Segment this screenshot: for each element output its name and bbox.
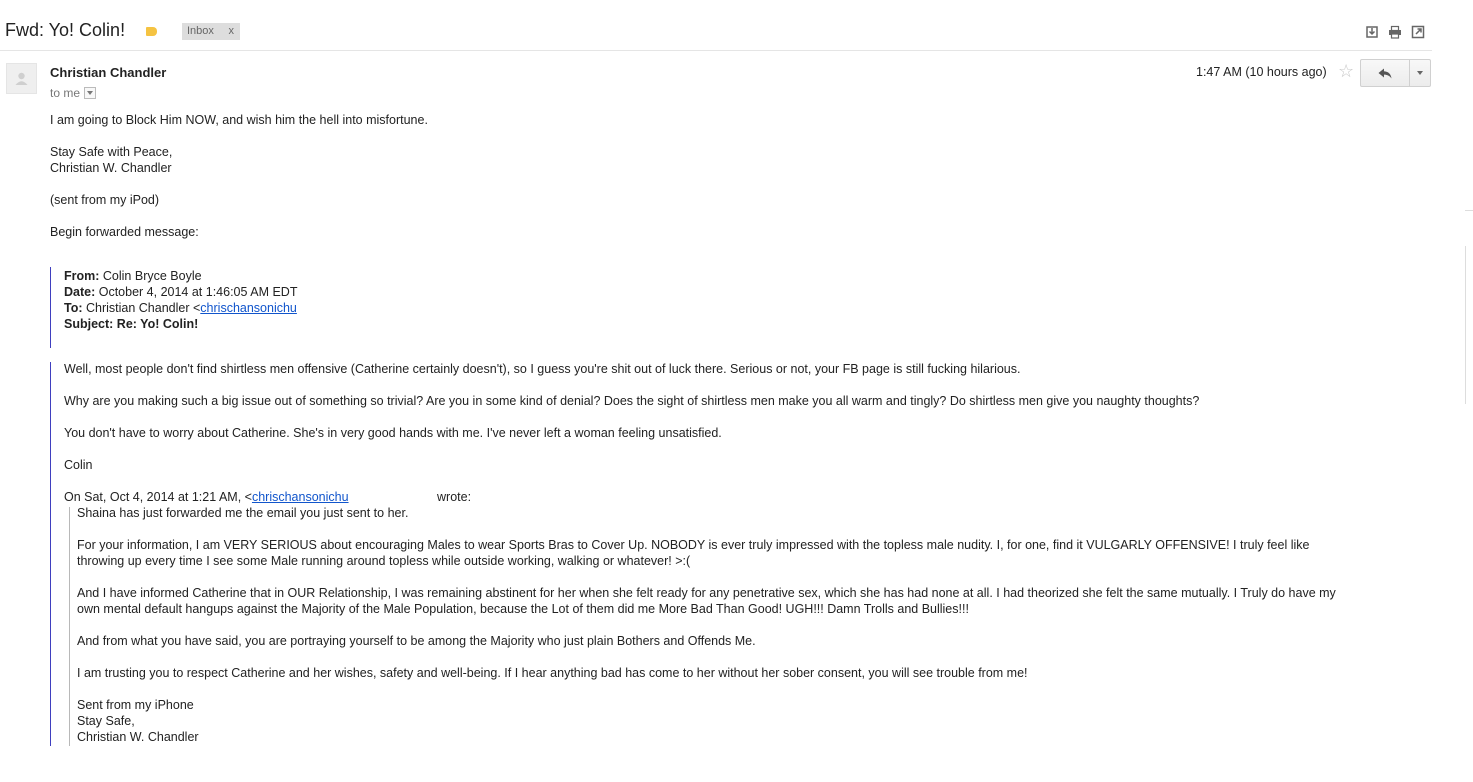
more-actions-button[interactable]: [1410, 60, 1430, 86]
quoted-line: For your information, I am VERY SERIOUS …: [77, 538, 1310, 552]
sent-from-line: (sent from my iPod): [50, 193, 160, 207]
fwd-subject-line: Subject: Re: Yo! Colin!: [64, 317, 198, 331]
reply-paragraph: Well, most people don't find shirtless m…: [64, 362, 1021, 376]
quoted-line: own mental default hangups against the M…: [77, 602, 969, 616]
fwd-date-line: Date: October 4, 2014 at 1:46:05 AM EDT: [64, 285, 297, 299]
reply-icon: [1378, 68, 1392, 78]
forwarded-body-bar: [50, 362, 51, 746]
quoted-line: Stay Safe,: [77, 714, 135, 728]
sender-name[interactable]: Christian Chandler: [50, 65, 166, 80]
quoted-text-bar: [69, 507, 70, 746]
new-window-icon[interactable]: [1411, 25, 1425, 39]
inbox-label-text: Inbox: [187, 25, 214, 37]
print-icon[interactable]: [1388, 25, 1402, 39]
quoted-line: Sent from my iPhone: [77, 698, 194, 712]
header-divider: [0, 50, 1432, 51]
fwd-from-label: From:: [64, 269, 100, 283]
label-tag-icon[interactable]: [146, 27, 157, 36]
inbox-label-chip[interactable]: Inbox x: [182, 23, 240, 40]
side-panel-scrollbar[interactable]: [1465, 246, 1473, 404]
quoted-line: And I have informed Catherine that in OU…: [77, 586, 1336, 600]
reply-paragraph: Why are you making such a big issue out …: [64, 394, 1200, 408]
fwd-date-value: October 4, 2014 at 1:46:05 AM EDT: [95, 285, 298, 299]
fwd-to-value: Christian Chandler <: [82, 301, 201, 315]
show-details-dropdown-icon[interactable]: [84, 87, 97, 99]
reply-signature: Colin: [64, 458, 93, 472]
fwd-to-label: To:: [64, 301, 83, 315]
side-panel-edge: [1465, 210, 1473, 211]
quoted-line: I am trusting you to respect Catherine a…: [77, 666, 1028, 680]
forward-intro-line: Begin forwarded message:: [50, 225, 199, 239]
quoted-line: Christian W. Chandler: [77, 730, 199, 744]
forwarded-header-bar: [50, 267, 51, 348]
fwd-to-line: To: Christian Chandler <chrischansonichu: [64, 301, 297, 315]
fwd-subject-label: Subject:: [64, 317, 114, 331]
fwd-from-value: Colin Bryce Boyle: [99, 269, 202, 283]
fwd-date-label: Date:: [64, 285, 96, 299]
signature-line: Christian W. Chandler: [50, 161, 172, 175]
signoff-line: Stay Safe with Peace,: [50, 145, 173, 159]
attribution-suffix: wrote:: [437, 490, 472, 504]
message-tools: [1356, 25, 1425, 39]
quoted-line: Shaina has just forwarded me the email y…: [77, 506, 409, 520]
email-subject: Fwd: Yo! Colin!: [5, 20, 126, 40]
remove-label-button[interactable]: x: [229, 23, 235, 40]
reply-button-group: [1360, 59, 1431, 87]
recipient-text: to me: [50, 86, 81, 100]
message-timestamp: 1:47 AM (10 hours ago): [1196, 65, 1327, 79]
fwd-subject-value: Re: Yo! Colin!: [113, 317, 199, 331]
star-icon[interactable]: ☆: [1338, 61, 1354, 82]
quote-attribution: On Sat, Oct 4, 2014 at 1:21 AM, <chrisch…: [64, 490, 349, 504]
body-line: I am going to Block Him NOW, and wish hi…: [50, 113, 428, 127]
fwd-from-line: From: Colin Bryce Boyle: [64, 269, 202, 283]
dropdown-arrow-icon: [1417, 71, 1423, 75]
attribution-email-link[interactable]: chrischansonichu: [252, 490, 349, 504]
quoted-line: throwing up every time I see some Male r…: [77, 554, 691, 568]
sender-avatar[interactable]: [6, 63, 37, 94]
reply-button[interactable]: [1361, 60, 1410, 86]
reply-paragraph: You don't have to worry about Catherine.…: [64, 426, 722, 440]
fwd-to-email-link[interactable]: chrischansonichu: [200, 301, 297, 315]
recipient-line: to me: [50, 86, 97, 100]
attribution-prefix: On Sat, Oct 4, 2014 at 1:21 AM, <: [64, 490, 252, 504]
download-icon[interactable]: [1365, 25, 1379, 39]
quoted-line: And from what you have said, you are por…: [77, 634, 756, 648]
